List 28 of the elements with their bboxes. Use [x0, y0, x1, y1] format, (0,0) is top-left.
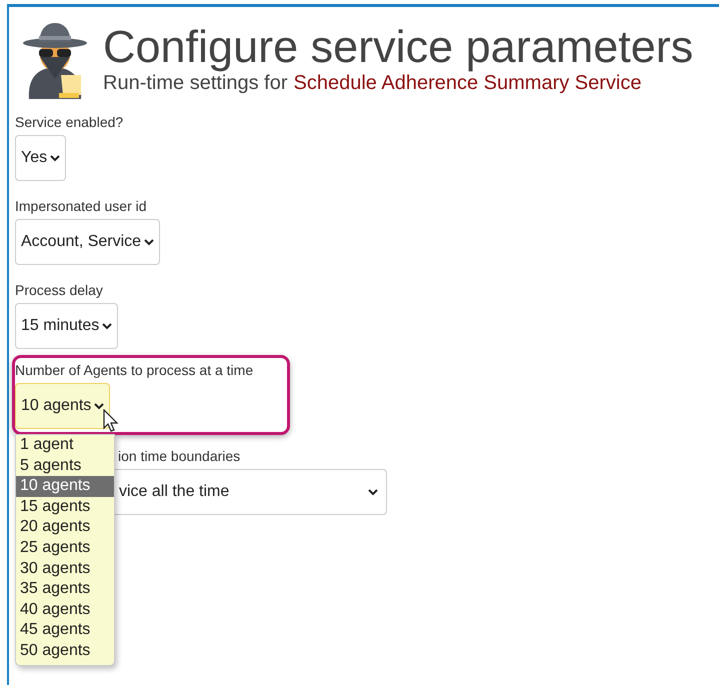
field-label: Service enabled? — [15, 113, 124, 131]
chevron-icon — [368, 488, 378, 496]
page-title: Configure service parameters — [103, 22, 694, 72]
dropdown-option[interactable]: 45 agents — [16, 620, 114, 641]
dropdown-option[interactable]: 10 agents — [16, 476, 114, 497]
field-label: Impersonated user id — [15, 197, 148, 215]
chevron-icon — [144, 238, 154, 246]
dropdown-select[interactable]: 15 minutes — [15, 303, 118, 349]
dropdown-select[interactable]: Account, Service — [15, 219, 160, 265]
service-name: Schedule Adherence Summary Service — [294, 72, 642, 94]
field-label: Process delay — [15, 281, 104, 299]
cursor-icon — [103, 409, 119, 433]
dropdown-option[interactable]: 20 agents — [16, 517, 114, 538]
subtitle: Run-time settings for — [103, 72, 288, 94]
chevron-icon — [94, 402, 104, 410]
field-label: ion time boundaries — [118, 448, 240, 464]
dropdown-option[interactable]: 50 agents — [16, 640, 114, 662]
dropdown-select[interactable]: Yes — [15, 135, 66, 181]
chevron-icon — [102, 322, 112, 330]
field-label: Number of Agents to process at a time — [15, 361, 254, 379]
dropdown-option[interactable]: 15 agents — [16, 496, 114, 518]
chevron-icon — [50, 154, 60, 162]
dropdown-select[interactable]: 10 agents — [15, 383, 110, 429]
dropdown-option[interactable]: 30 agents — [16, 558, 114, 580]
dropdown-option[interactable]: 40 agents — [16, 600, 114, 620]
dropdown-option[interactable]: 35 agents — [16, 579, 114, 600]
dropdown-option[interactable]: 1 agent — [16, 435, 114, 456]
dropdown-option[interactable]: 25 agents — [16, 538, 114, 559]
